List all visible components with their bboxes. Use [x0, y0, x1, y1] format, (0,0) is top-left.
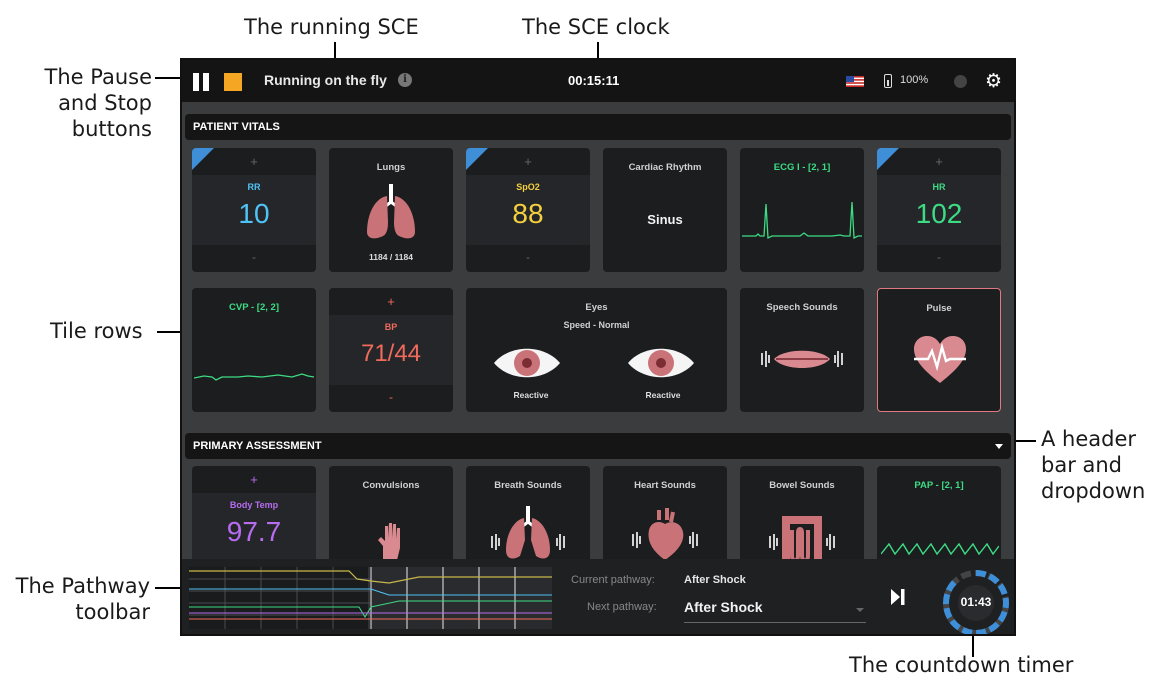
- tile-title: PAP - [2, 1]: [914, 480, 964, 491]
- countdown-value: 01:43: [960, 595, 992, 609]
- right-eye-status: Reactive: [645, 390, 681, 400]
- tile-rr[interactable]: + RR 10 -: [192, 148, 316, 272]
- us-flag-icon[interactable]: [846, 76, 864, 87]
- left-eye-status: Reactive: [513, 390, 549, 400]
- connection-status-icon: [954, 75, 967, 88]
- vital-label: BP: [384, 322, 398, 332]
- increase-button[interactable]: +: [877, 154, 1001, 169]
- tile-title: CVP - [2, 2]: [229, 302, 279, 313]
- ecg-waveform: [742, 201, 862, 240]
- vital-label: RR: [247, 182, 261, 192]
- tile-title: ECG I - [2, 1]: [773, 162, 831, 173]
- vital-label: Body Temp: [229, 500, 279, 510]
- bowel-icon: [769, 516, 835, 562]
- vital-label: SpO2: [516, 182, 540, 192]
- tile-cardiac-rhythm[interactable]: Cardiac Rhythm Sinus: [603, 148, 727, 272]
- heart-organ-icon: [632, 508, 698, 560]
- lungs-caption: 1184 / 1184: [369, 252, 413, 262]
- callout-pause-stop: The Pause and Stop buttons: [44, 65, 153, 141]
- right-eye-icon: [628, 348, 694, 378]
- callout-pathway-toolbar: The Pathway toolbar: [15, 574, 150, 624]
- callout-running-sce: The running SCE: [244, 15, 419, 39]
- next-pathway-select[interactable]: After Shock: [684, 597, 866, 623]
- vital-value: 71/44: [360, 340, 422, 367]
- vital-value: 97.7: [226, 516, 282, 547]
- vital-value: 88: [512, 198, 544, 229]
- left-eye-icon: [494, 348, 560, 378]
- info-icon[interactable]: i: [398, 73, 412, 87]
- callout-header-dropdown: A header bar and dropdown: [1041, 427, 1146, 503]
- tile-title: Eyes: [585, 302, 608, 313]
- vital-value: 10: [238, 198, 270, 229]
- tile-ecg[interactable]: ECG I - [2, 1]: [740, 148, 864, 272]
- cvp-waveform: [194, 373, 314, 381]
- skip-forward-icon[interactable]: [890, 588, 906, 606]
- tile-eyes[interactable]: Eyes Speed - Normal Reactive Reactive: [466, 288, 727, 412]
- countdown-timer[interactable]: 01:43: [940, 567, 1012, 634]
- increase-button[interactable]: +: [192, 472, 316, 487]
- app-window: Running on the fly i 00:15:11 100% ⚙ PAT…: [180, 58, 1016, 636]
- chevron-down-icon[interactable]: [995, 444, 1003, 449]
- battery-level: 100%: [900, 74, 929, 86]
- tile-title: Convulsions: [362, 480, 420, 491]
- stop-icon[interactable]: [224, 73, 242, 91]
- tile-title: Cardiac Rhythm: [628, 162, 702, 173]
- pap-waveform: [881, 542, 999, 556]
- pathway-trend-chart[interactable]: [189, 567, 552, 629]
- tile-title: Heart Sounds: [634, 480, 696, 491]
- callout-sce-clock: The SCE clock: [522, 15, 670, 39]
- callout-tile-rows: Tile rows: [50, 319, 143, 343]
- decrease-button[interactable]: -: [192, 250, 316, 264]
- increase-button[interactable]: +: [329, 294, 453, 309]
- tile-pulse[interactable]: Pulse: [877, 288, 1001, 412]
- tile-hr[interactable]: + HR 102 -: [877, 148, 1001, 272]
- tile-spo2[interactable]: + SpO2 88 -: [466, 148, 590, 272]
- current-pathway-value: After Shock: [684, 574, 746, 586]
- decrease-button[interactable]: -: [466, 250, 590, 264]
- tile-bp[interactable]: + BP 71/44 -: [329, 288, 453, 412]
- callout-countdown-timer: The countdown timer: [849, 653, 1074, 677]
- pause-icon[interactable]: [193, 73, 209, 91]
- next-pathway-value: After Shock: [684, 599, 763, 615]
- lungs-icon: [367, 184, 415, 239]
- primary-assessment-header[interactable]: PRIMARY ASSESSMENT: [185, 433, 1011, 459]
- tile-title: Bowel Sounds: [769, 480, 835, 491]
- decrease-button[interactable]: -: [329, 390, 453, 404]
- chevron-down-icon: [856, 608, 864, 612]
- patient-vitals-header: PATIENT VITALS: [185, 114, 1011, 140]
- tile-title: Pulse: [926, 303, 952, 314]
- tile-subtitle: Speed - Normal: [563, 320, 630, 330]
- hand-icon: [378, 523, 400, 560]
- tile-lungs[interactable]: Lungs 1184 / 1184: [329, 148, 453, 272]
- decrease-button[interactable]: -: [877, 250, 1001, 264]
- tile-cvp[interactable]: CVP - [2, 2]: [192, 288, 316, 412]
- running-sce-name: Running on the fly: [264, 72, 387, 88]
- vital-value: 102: [915, 198, 963, 229]
- gear-icon[interactable]: ⚙: [985, 70, 1002, 92]
- battery-icon: [884, 74, 892, 88]
- next-pathway-label: Next pathway:: [587, 601, 657, 613]
- mouth-icon: [761, 350, 843, 368]
- cardiac-rhythm-value: Sinus: [647, 212, 683, 227]
- increase-button[interactable]: +: [192, 154, 316, 169]
- vital-label: HR: [932, 182, 946, 192]
- tile-title: Breath Sounds: [494, 480, 562, 491]
- primary-assessment-title: PRIMARY ASSESSMENT: [193, 440, 322, 452]
- pathway-toolbar: Current pathway: After Shock Next pathwa…: [182, 559, 1014, 634]
- increase-button[interactable]: +: [466, 154, 590, 169]
- top-bar: Running on the fly i 00:15:11 100% ⚙: [182, 60, 1014, 102]
- pulse-heart-icon: [914, 336, 966, 383]
- current-pathway-label: Current pathway:: [571, 574, 655, 586]
- tile-title: Speech Sounds: [766, 302, 838, 313]
- breath-lungs-icon: [491, 506, 565, 559]
- tile-speech-sounds[interactable]: Speech Sounds: [740, 288, 864, 412]
- sce-clock: 00:15:11: [568, 73, 620, 88]
- tile-title: Lungs: [376, 162, 406, 173]
